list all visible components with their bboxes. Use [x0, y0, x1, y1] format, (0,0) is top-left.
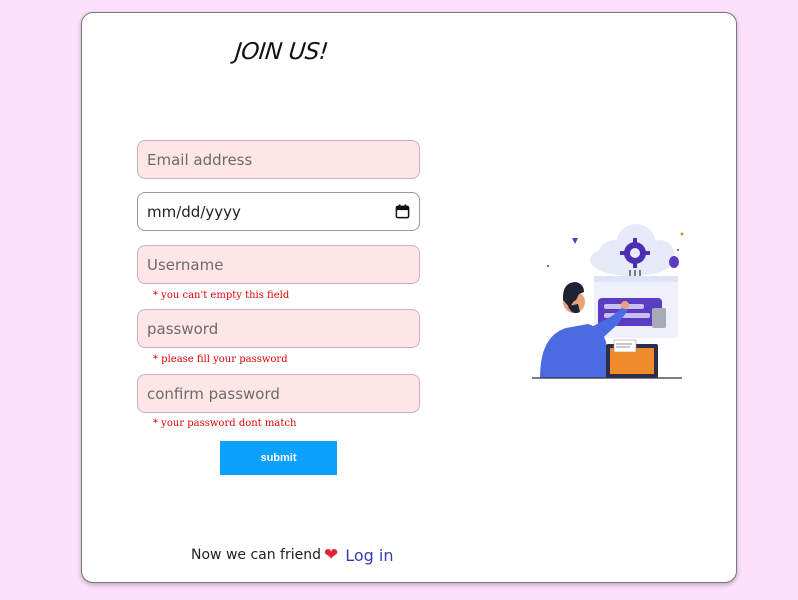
calendar-icon[interactable]	[395, 204, 410, 219]
confirm-password-input[interactable]	[137, 374, 420, 413]
footer: Now we can friend ❤ Log in	[191, 545, 394, 565]
footer-text: Now we can friend	[191, 547, 321, 563]
page-title: JOIN US!	[233, 39, 330, 65]
login-link[interactable]: Log in	[345, 546, 393, 565]
cloud-settings-illustration	[532, 224, 684, 379]
username-input[interactable]	[137, 245, 420, 284]
date-value: mm/dd/yyyy	[147, 202, 241, 221]
submit-button[interactable]: submit	[220, 441, 337, 475]
signup-card: JOIN US! mm/dd/yyyy * you can't empty th…	[81, 12, 737, 583]
heart-icon: ❤	[324, 545, 339, 565]
email-input[interactable]	[137, 140, 420, 179]
date-input[interactable]: mm/dd/yyyy	[137, 192, 420, 231]
password-error: * please fill your password	[153, 354, 288, 365]
confirm-password-error: * your password dont match	[153, 418, 297, 429]
password-input[interactable]	[137, 309, 420, 348]
username-error: * you can't empty this field	[153, 290, 290, 301]
